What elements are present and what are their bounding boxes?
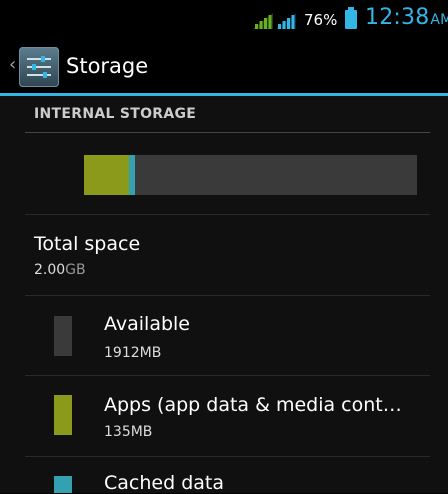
divider	[25, 295, 430, 296]
list-item-value: 1912MB	[104, 345, 162, 361]
clock: 12:38AM	[365, 5, 448, 30]
battery-icon	[345, 7, 357, 29]
list-item-label: Apps (app data & media cont…	[104, 394, 402, 416]
divider	[25, 214, 430, 215]
wifi-signal-icon	[253, 13, 273, 29]
total-space-unit: GB	[65, 262, 86, 278]
up-chevron-icon[interactable]: ‹	[9, 56, 16, 74]
usage-segment-cached	[129, 155, 135, 195]
page-title: Storage	[66, 54, 149, 78]
battery-percent: 76%	[304, 11, 338, 29]
color-swatch	[54, 476, 72, 493]
sliders-glyph-icon	[27, 56, 51, 78]
status-bar: 76% 12:38AM	[0, 0, 448, 40]
list-item-label: Cached data	[104, 472, 224, 494]
total-space-number: 2.00	[34, 262, 66, 278]
action-bar: ‹ Storage	[0, 40, 448, 93]
divider	[25, 456, 430, 457]
storage-list: INTERNAL STORAGE Total space 2.00GB Avai…	[0, 96, 448, 494]
color-swatch	[54, 395, 72, 435]
cell-signal-icon	[276, 13, 296, 29]
total-space-value: 2.00GB	[34, 262, 86, 278]
clock-time: 12:38	[365, 5, 430, 30]
list-item-label: Available	[104, 313, 191, 335]
divider	[25, 375, 430, 376]
settings-sliders-icon[interactable]	[19, 47, 59, 87]
usage-segment-apps	[84, 155, 129, 195]
section-divider	[25, 132, 430, 133]
section-header: INTERNAL STORAGE	[34, 106, 197, 122]
color-swatch	[54, 316, 72, 356]
list-item-value: 135MB	[104, 424, 153, 440]
storage-usage-bar	[84, 155, 417, 195]
total-space-label: Total space	[34, 233, 141, 255]
clock-ampm: AM	[430, 12, 448, 28]
